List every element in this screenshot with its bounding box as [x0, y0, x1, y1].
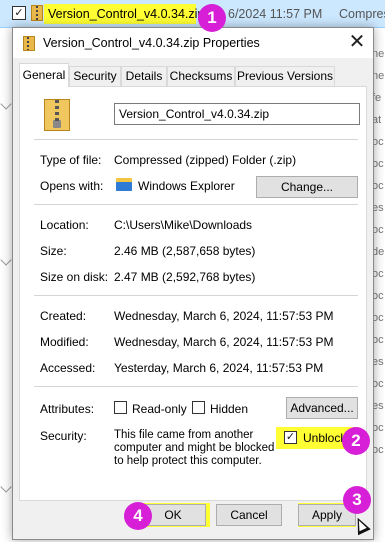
tab-security[interactable]: Security: [69, 66, 121, 86]
step-marker-4: 4: [124, 502, 152, 530]
modified-label: Modified:: [40, 335, 89, 349]
chevron-down-icon[interactable]: [0, 98, 12, 110]
attributes-label: Attributes:: [40, 402, 95, 416]
type-of-file-label: Type of file:: [40, 153, 102, 167]
cancel-button[interactable]: Cancel: [216, 504, 282, 526]
tab-previous-versions[interactable]: Previous Versions: [235, 66, 335, 86]
file-name-field[interactable]: [114, 103, 360, 125]
unblock-label[interactable]: Unblock: [303, 431, 346, 445]
created-value: Wednesday, March 6, 2024, 11:57:53 PM: [114, 309, 334, 323]
tab-checksums[interactable]: Checksums: [167, 66, 235, 86]
dialog-titlebar[interactable]: Version_Control_v4.0.34.zip Properties ✕: [13, 28, 373, 58]
size-on-disk-value: 2.47 MB (2,592,768 bytes): [114, 270, 256, 284]
explorer-file-name[interactable]: Version_Control_v4.0.34.zip: [48, 7, 204, 21]
divider: [34, 204, 358, 205]
divider: [34, 295, 358, 296]
properties-dialog: Version_Control_v4.0.34.zip Properties ✕…: [12, 27, 374, 540]
explorer-file-type: Compres: [339, 7, 385, 21]
security-message: This file came from another computer and…: [114, 429, 275, 467]
read-only-label[interactable]: Read-only: [132, 402, 187, 416]
hidden-label[interactable]: Hidden: [210, 402, 248, 416]
modified-value: Wednesday, March 6, 2024, 11:57:53 PM: [114, 335, 334, 349]
hidden-checkbox[interactable]: [192, 401, 205, 414]
read-only-checkbox[interactable]: [114, 401, 127, 414]
type-of-file-value: Compressed (zipped) Folder (.zip): [114, 153, 297, 167]
explorer-date-modified: 6/2024 11:57 PM: [228, 7, 323, 21]
size-label: Size:: [40, 244, 67, 258]
tab-details[interactable]: Details: [121, 66, 167, 86]
folder-icon: [116, 178, 132, 191]
close-button[interactable]: ✕: [343, 31, 371, 55]
divider: [34, 139, 358, 140]
advanced-button[interactable]: Advanced...: [286, 397, 358, 419]
accessed-value: Yesterday, March 6, 2024, 11:57:53 PM: [114, 361, 324, 375]
opens-with-value: Windows Explorer: [138, 179, 235, 193]
chevron-down-icon[interactable]: [0, 481, 12, 493]
accessed-label: Accessed:: [40, 361, 96, 375]
general-tab-panel: Type of file: Compressed (zipped) Folder…: [19, 86, 367, 501]
step-marker-2: 2: [342, 427, 370, 455]
zip-file-icon: [23, 36, 35, 51]
unblock-checkbox[interactable]: ✓: [284, 431, 297, 444]
explorer-selected-row[interactable]: ✓ Version_Control_v4.0.34.zip 6/2024 11:…: [0, 0, 385, 28]
row-checkbox[interactable]: ✓: [12, 6, 26, 20]
location-label: Location:: [40, 218, 89, 232]
step-marker-3: 3: [343, 486, 371, 514]
step-marker-1: 1: [198, 4, 226, 32]
dialog-title: Version_Control_v4.0.34.zip Properties: [43, 36, 260, 50]
tab-general[interactable]: General: [19, 63, 69, 87]
divider: [34, 386, 358, 387]
opens-with-label: Opens with:: [40, 179, 104, 193]
size-value: 2.46 MB (2,587,658 bytes): [114, 244, 256, 258]
size-on-disk-label: Size on disk:: [40, 270, 109, 284]
zip-file-icon: [31, 5, 43, 21]
change-button[interactable]: Change...: [256, 176, 358, 198]
security-label: Security:: [40, 429, 87, 443]
created-label: Created:: [40, 309, 87, 323]
chevron-down-icon[interactable]: [0, 254, 12, 266]
location-value: C:\Users\Mike\Downloads: [114, 218, 253, 232]
zip-folder-icon: [44, 99, 70, 131]
